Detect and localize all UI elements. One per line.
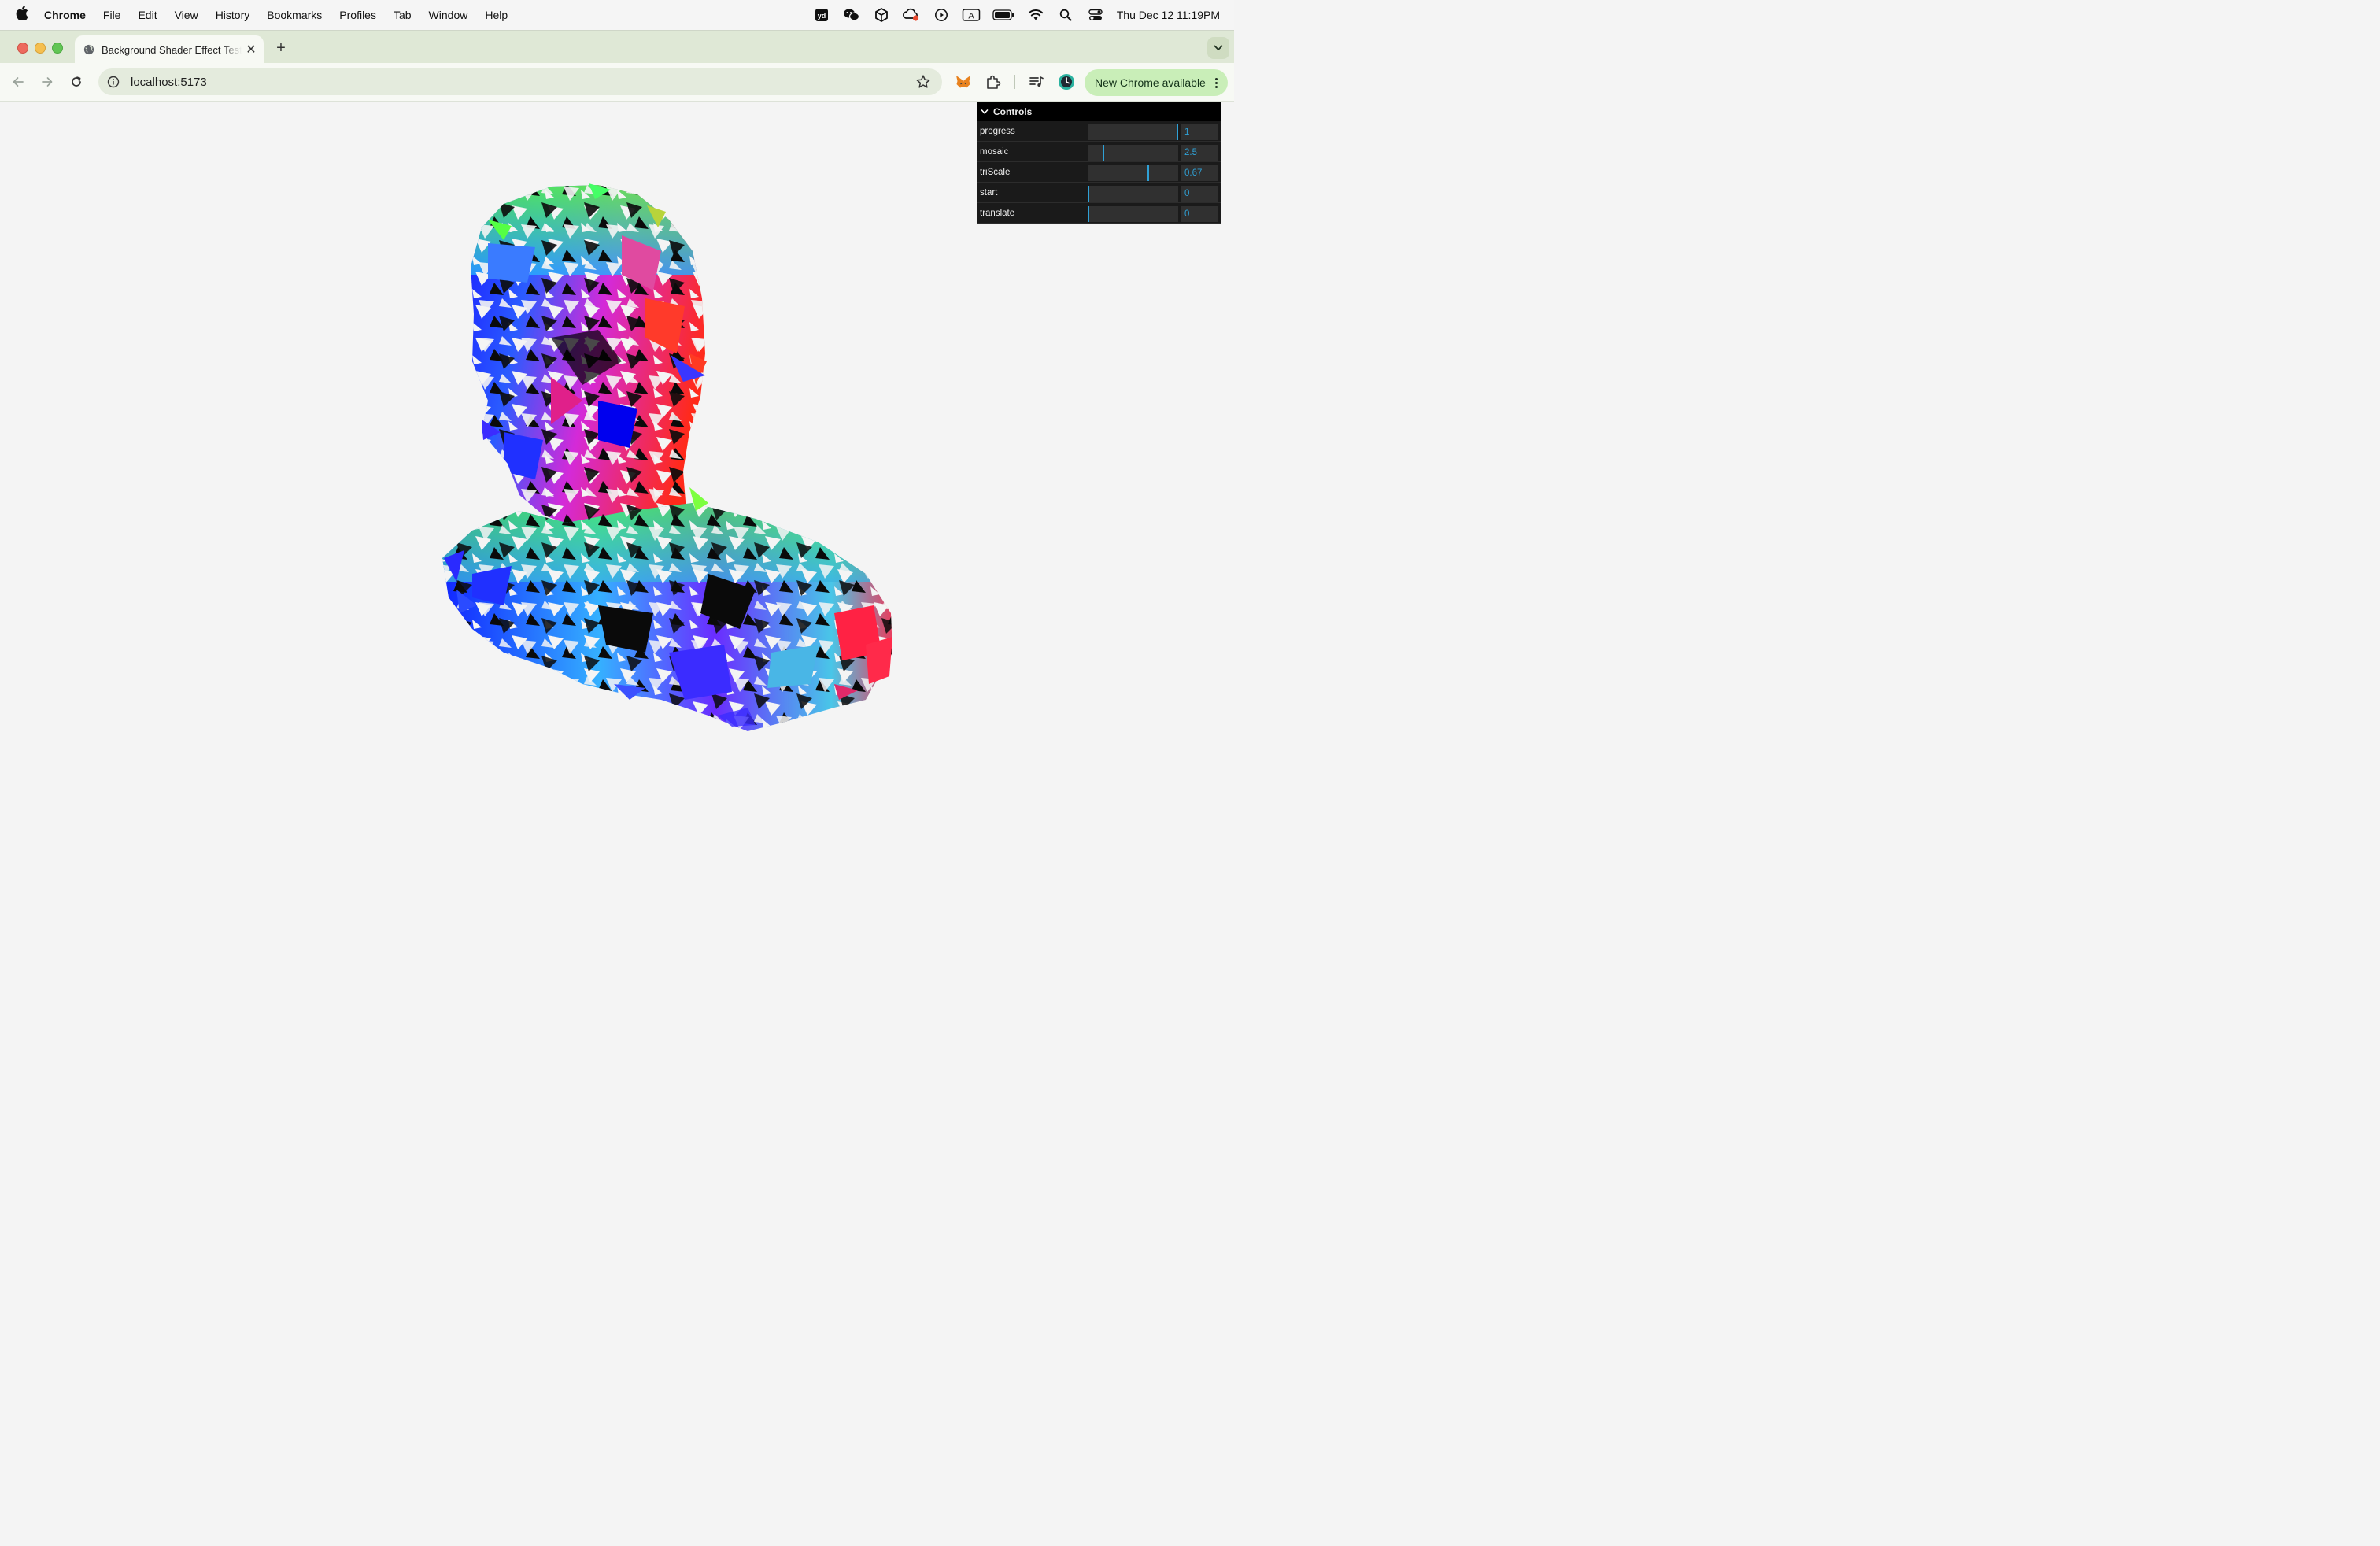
svg-text:A: A	[968, 12, 974, 21]
forward-button[interactable]	[38, 72, 57, 91]
profile-avatar[interactable]	[1058, 73, 1075, 91]
window-controls	[17, 43, 63, 54]
number-input-progress[interactable]	[1181, 124, 1218, 140]
controls-panel: Controls progress mosaic triScale start …	[977, 102, 1221, 224]
number-input-start[interactable]	[1181, 186, 1218, 202]
arrow-left-icon	[13, 77, 24, 87]
address-bar[interactable]	[98, 68, 942, 95]
menu-app-name[interactable]: Chrome	[44, 9, 94, 21]
control-row-triscale: triScale	[977, 163, 1221, 183]
page-viewport: Controls progress mosaic triScale start …	[0, 102, 1234, 801]
url-input[interactable]	[129, 74, 915, 90]
chevron-down-icon	[1214, 45, 1223, 50]
slider-start[interactable]	[1088, 186, 1178, 202]
cloud-sync-icon[interactable]	[896, 0, 926, 30]
media-queue-icon[interactable]	[1028, 73, 1045, 91]
fullscreen-window-button[interactable]	[52, 43, 63, 54]
control-row-translate: translate	[977, 204, 1221, 224]
controls-header[interactable]: Controls	[977, 102, 1221, 121]
menu-edit[interactable]: Edit	[129, 9, 165, 21]
control-label: start	[980, 188, 998, 198]
play-icon[interactable]	[926, 0, 956, 30]
reload-button[interactable]	[67, 72, 86, 91]
site-info-icon[interactable]	[107, 76, 120, 88]
tab-active[interactable]: Background Shader Effect Test ✕	[75, 35, 264, 64]
chevron-down-icon	[981, 109, 989, 114]
tab-title: Background Shader Effect Test	[102, 43, 242, 56]
unity-icon[interactable]	[867, 0, 896, 30]
svg-text:yd: yd	[817, 12, 826, 20]
menu-window[interactable]: Window	[420, 9, 477, 21]
menu-bar: Chrome File Edit View History Bookmarks …	[0, 0, 1234, 30]
slider-fill	[1088, 186, 1089, 202]
youdao-icon[interactable]: yd	[807, 0, 837, 30]
control-row-mosaic: mosaic	[977, 142, 1221, 162]
slider-progress[interactable]	[1088, 124, 1178, 140]
menu-help[interactable]: Help	[476, 9, 516, 21]
menu-file[interactable]: File	[94, 9, 130, 21]
new-tab-button[interactable]: +	[271, 39, 291, 59]
update-label: New Chrome available	[1095, 76, 1206, 89]
metamask-fox-icon[interactable]	[955, 73, 972, 91]
menu-history[interactable]: History	[207, 9, 259, 21]
menu-view[interactable]: View	[166, 9, 207, 21]
control-row-progress: progress	[977, 122, 1221, 142]
slider-fill	[1177, 124, 1178, 140]
close-window-button[interactable]	[17, 43, 28, 54]
number-input-triscale[interactable]	[1181, 165, 1218, 181]
tab-strip: Background Shader Effect Test ✕ +	[0, 30, 1234, 64]
control-label: triScale	[980, 168, 1011, 177]
control-label: translate	[980, 209, 1015, 218]
more-vertical-icon[interactable]	[1210, 77, 1221, 88]
slider-triscale[interactable]	[1088, 165, 1178, 181]
minimize-window-button[interactable]	[35, 43, 46, 54]
number-input-translate[interactable]	[1181, 206, 1218, 222]
tab-close-icon[interactable]: ✕	[242, 42, 261, 57]
slider-fill	[1088, 206, 1089, 222]
bookmark-star-icon[interactable]	[915, 74, 931, 90]
spotlight-search-icon[interactable]	[1051, 0, 1081, 30]
browser-toolbar: New Chrome available	[0, 63, 1234, 102]
control-row-start: start	[977, 183, 1221, 203]
number-input-mosaic[interactable]	[1181, 145, 1218, 161]
reload-icon	[72, 76, 81, 87]
new-chrome-available-button[interactable]: New Chrome available	[1085, 69, 1228, 96]
arrow-right-icon	[42, 77, 53, 87]
control-center-icon[interactable]	[1081, 0, 1111, 30]
toolbar-divider	[1014, 75, 1015, 89]
menu-tab[interactable]: Tab	[385, 9, 420, 21]
control-label: progress	[980, 127, 1015, 136]
slider-fill	[1102, 145, 1104, 161]
controls-title: Controls	[993, 106, 1033, 117]
slider-fill	[1148, 165, 1150, 181]
battery-icon[interactable]	[986, 0, 1021, 30]
menu-clock[interactable]: Thu Dec 12 11:19PM	[1111, 9, 1234, 21]
slider-translate[interactable]	[1088, 206, 1178, 222]
wechat-icon[interactable]	[837, 0, 867, 30]
menu-bookmarks[interactable]: Bookmarks	[258, 9, 331, 21]
wifi-icon[interactable]	[1021, 0, 1051, 30]
back-button[interactable]	[9, 72, 28, 91]
keyboard-input-icon[interactable]: A	[956, 0, 986, 30]
apple-logo-icon[interactable]	[0, 6, 44, 24]
menu-profiles[interactable]: Profiles	[331, 9, 385, 21]
slider-mosaic[interactable]	[1088, 145, 1178, 161]
tab-search-button[interactable]	[1207, 37, 1229, 59]
status-area: yd A Thu Dec 12 11:19PM	[807, 0, 1234, 30]
control-label: mosaic	[980, 147, 1009, 157]
bust-body-mesh	[442, 503, 893, 731]
globe-icon	[83, 44, 94, 55]
extensions-puzzle-icon[interactable]	[985, 73, 1002, 91]
